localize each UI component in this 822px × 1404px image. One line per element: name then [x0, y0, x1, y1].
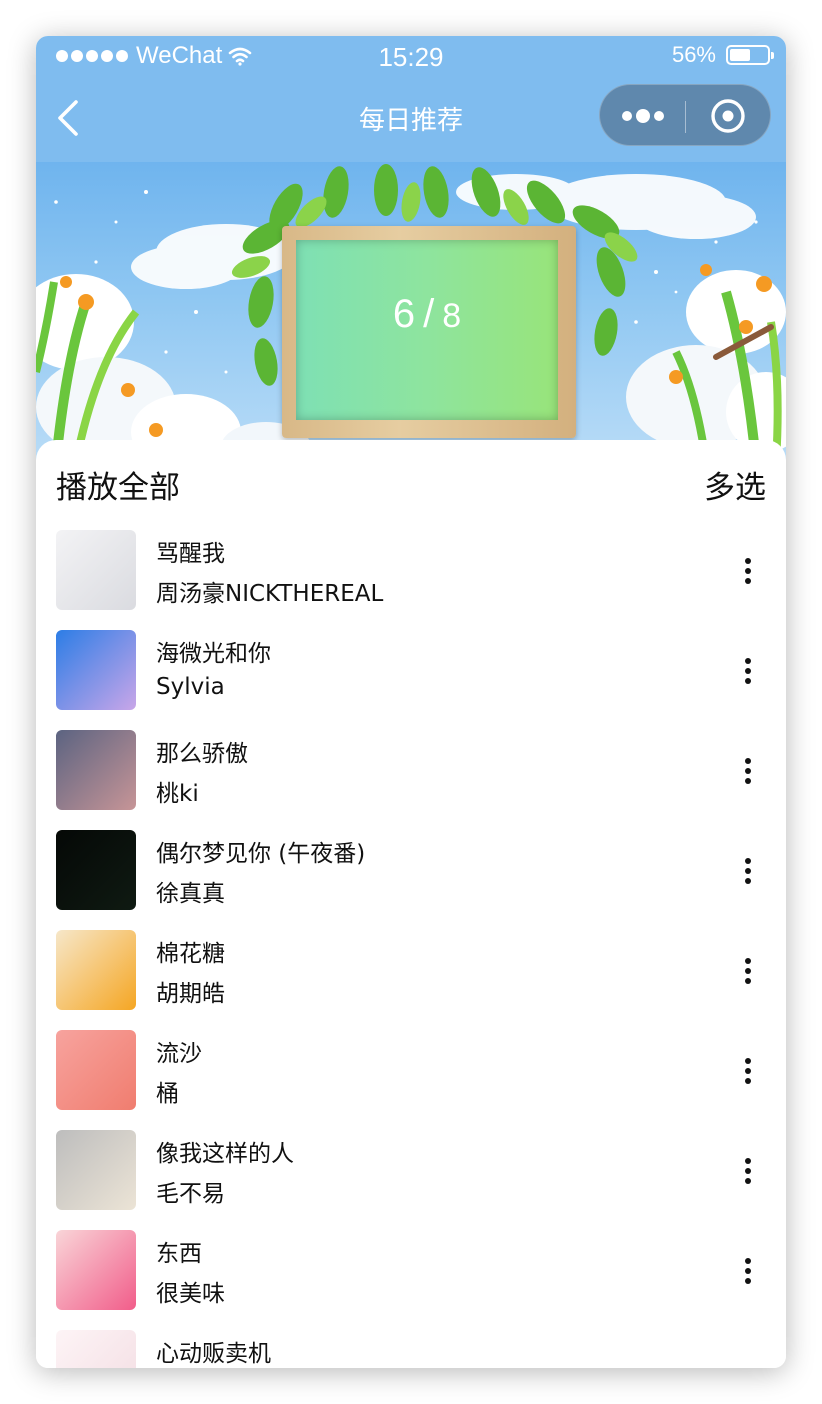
song-title: 棉花糖 [156, 941, 225, 967]
slide-counter: 6/8 [296, 292, 558, 337]
song-row[interactable]: 心动贩卖机 [36, 1324, 786, 1368]
album-cover [56, 1030, 136, 1110]
song-artist: 周汤豪NICKTHEREAL [156, 581, 384, 607]
song-artist: 桶 [156, 1081, 179, 1107]
battery-percent: 56% [671, 42, 716, 67]
song-artist: 很美味 [156, 1281, 225, 1307]
menu-capsule [599, 84, 771, 146]
album-cover [56, 730, 136, 810]
song-title: 流沙 [156, 1041, 202, 1067]
slide-separator: / [423, 292, 435, 336]
song-title: 偶尔梦见你 (午夜番) [156, 841, 366, 867]
song-artist: Sylvia [156, 674, 225, 700]
song-row[interactable]: 偶尔梦见你 (午夜番) 徐真真 [36, 824, 786, 924]
song-row[interactable]: 流沙桶 [36, 1024, 786, 1124]
song-title: 像我这样的人 [156, 1141, 294, 1167]
more-options-icon[interactable] [736, 654, 760, 688]
album-cover [56, 930, 136, 1010]
battery-icon [726, 45, 774, 65]
album-cover [56, 1330, 136, 1368]
song-artist: 胡期皓 [156, 981, 225, 1007]
target-circle-icon[interactable] [710, 98, 746, 134]
song-row[interactable]: 棉花糖 胡期皓 [36, 924, 786, 1024]
more-dots-icon[interactable] [620, 101, 666, 131]
song-row[interactable]: 骂醒我周汤豪NICKTHEREAL [36, 524, 786, 624]
capsule-divider [685, 101, 686, 133]
slide-total: 8 [442, 297, 462, 335]
multi-select-button[interactable]: 多选 [704, 462, 766, 507]
song-row[interactable]: 海微光和你 Sylvia [36, 624, 786, 724]
battery-fill [730, 49, 750, 61]
album-cover [56, 1130, 136, 1210]
wooden-board: 6/8 [282, 226, 576, 438]
more-options-icon[interactable] [736, 1054, 760, 1088]
song-artist: 徐真真 [156, 881, 225, 907]
more-options-icon[interactable] [736, 754, 760, 788]
status-bar: WeChat 15:29 56% [36, 36, 786, 76]
nav-bar: 每日推荐 [36, 76, 786, 162]
board-screen: 6/8 [296, 240, 558, 420]
song-title: 那么骄傲 [156, 741, 248, 767]
album-cover [56, 830, 136, 910]
banner[interactable]: 6/8 [36, 162, 786, 462]
more-options-icon[interactable] [736, 1254, 760, 1288]
more-options-icon[interactable] [736, 1154, 760, 1188]
song-artist: 桃ki [156, 781, 199, 807]
song-title: 东西 [156, 1241, 202, 1267]
song-row[interactable]: 那么骄傲桃ki [36, 724, 786, 824]
song-list: 骂醒我 周汤豪NICKTHEREAL 海微光和你 Sylvia 那么骄傲 桃ki 偶尔梦见你… [36, 524, 786, 1368]
song-title: 海微光和你 [156, 641, 271, 667]
album-cover [56, 530, 136, 610]
more-options-icon[interactable] [736, 954, 760, 988]
song-row[interactable]: 像我这样的人 毛不易 [36, 1124, 786, 1224]
song-title: 心动贩卖机 [156, 1341, 271, 1367]
more-options-icon[interactable] [736, 854, 760, 888]
slide-current: 6 [392, 292, 416, 336]
more-options-icon[interactable] [736, 554, 760, 588]
status-right: 56% [671, 42, 774, 68]
song-row[interactable]: 东西 很美味 [36, 1224, 786, 1324]
phone-screen: WeChat 15:29 56% 每日推荐 6 / 8 播放全部 多选 骂醒我 … [36, 36, 786, 1368]
song-list-panel: 播放全部 多选 骂醒我周汤豪NICKTHEREAL 海微光和你 Sylvia 那么骄傲… [36, 440, 786, 1368]
album-cover [56, 1230, 136, 1310]
play-all-button[interactable]: 播放全部 [56, 462, 180, 507]
album-cover [56, 630, 136, 710]
song-artist: 毛不易 [156, 1181, 225, 1207]
song-title: 骂醒我 [156, 541, 225, 567]
